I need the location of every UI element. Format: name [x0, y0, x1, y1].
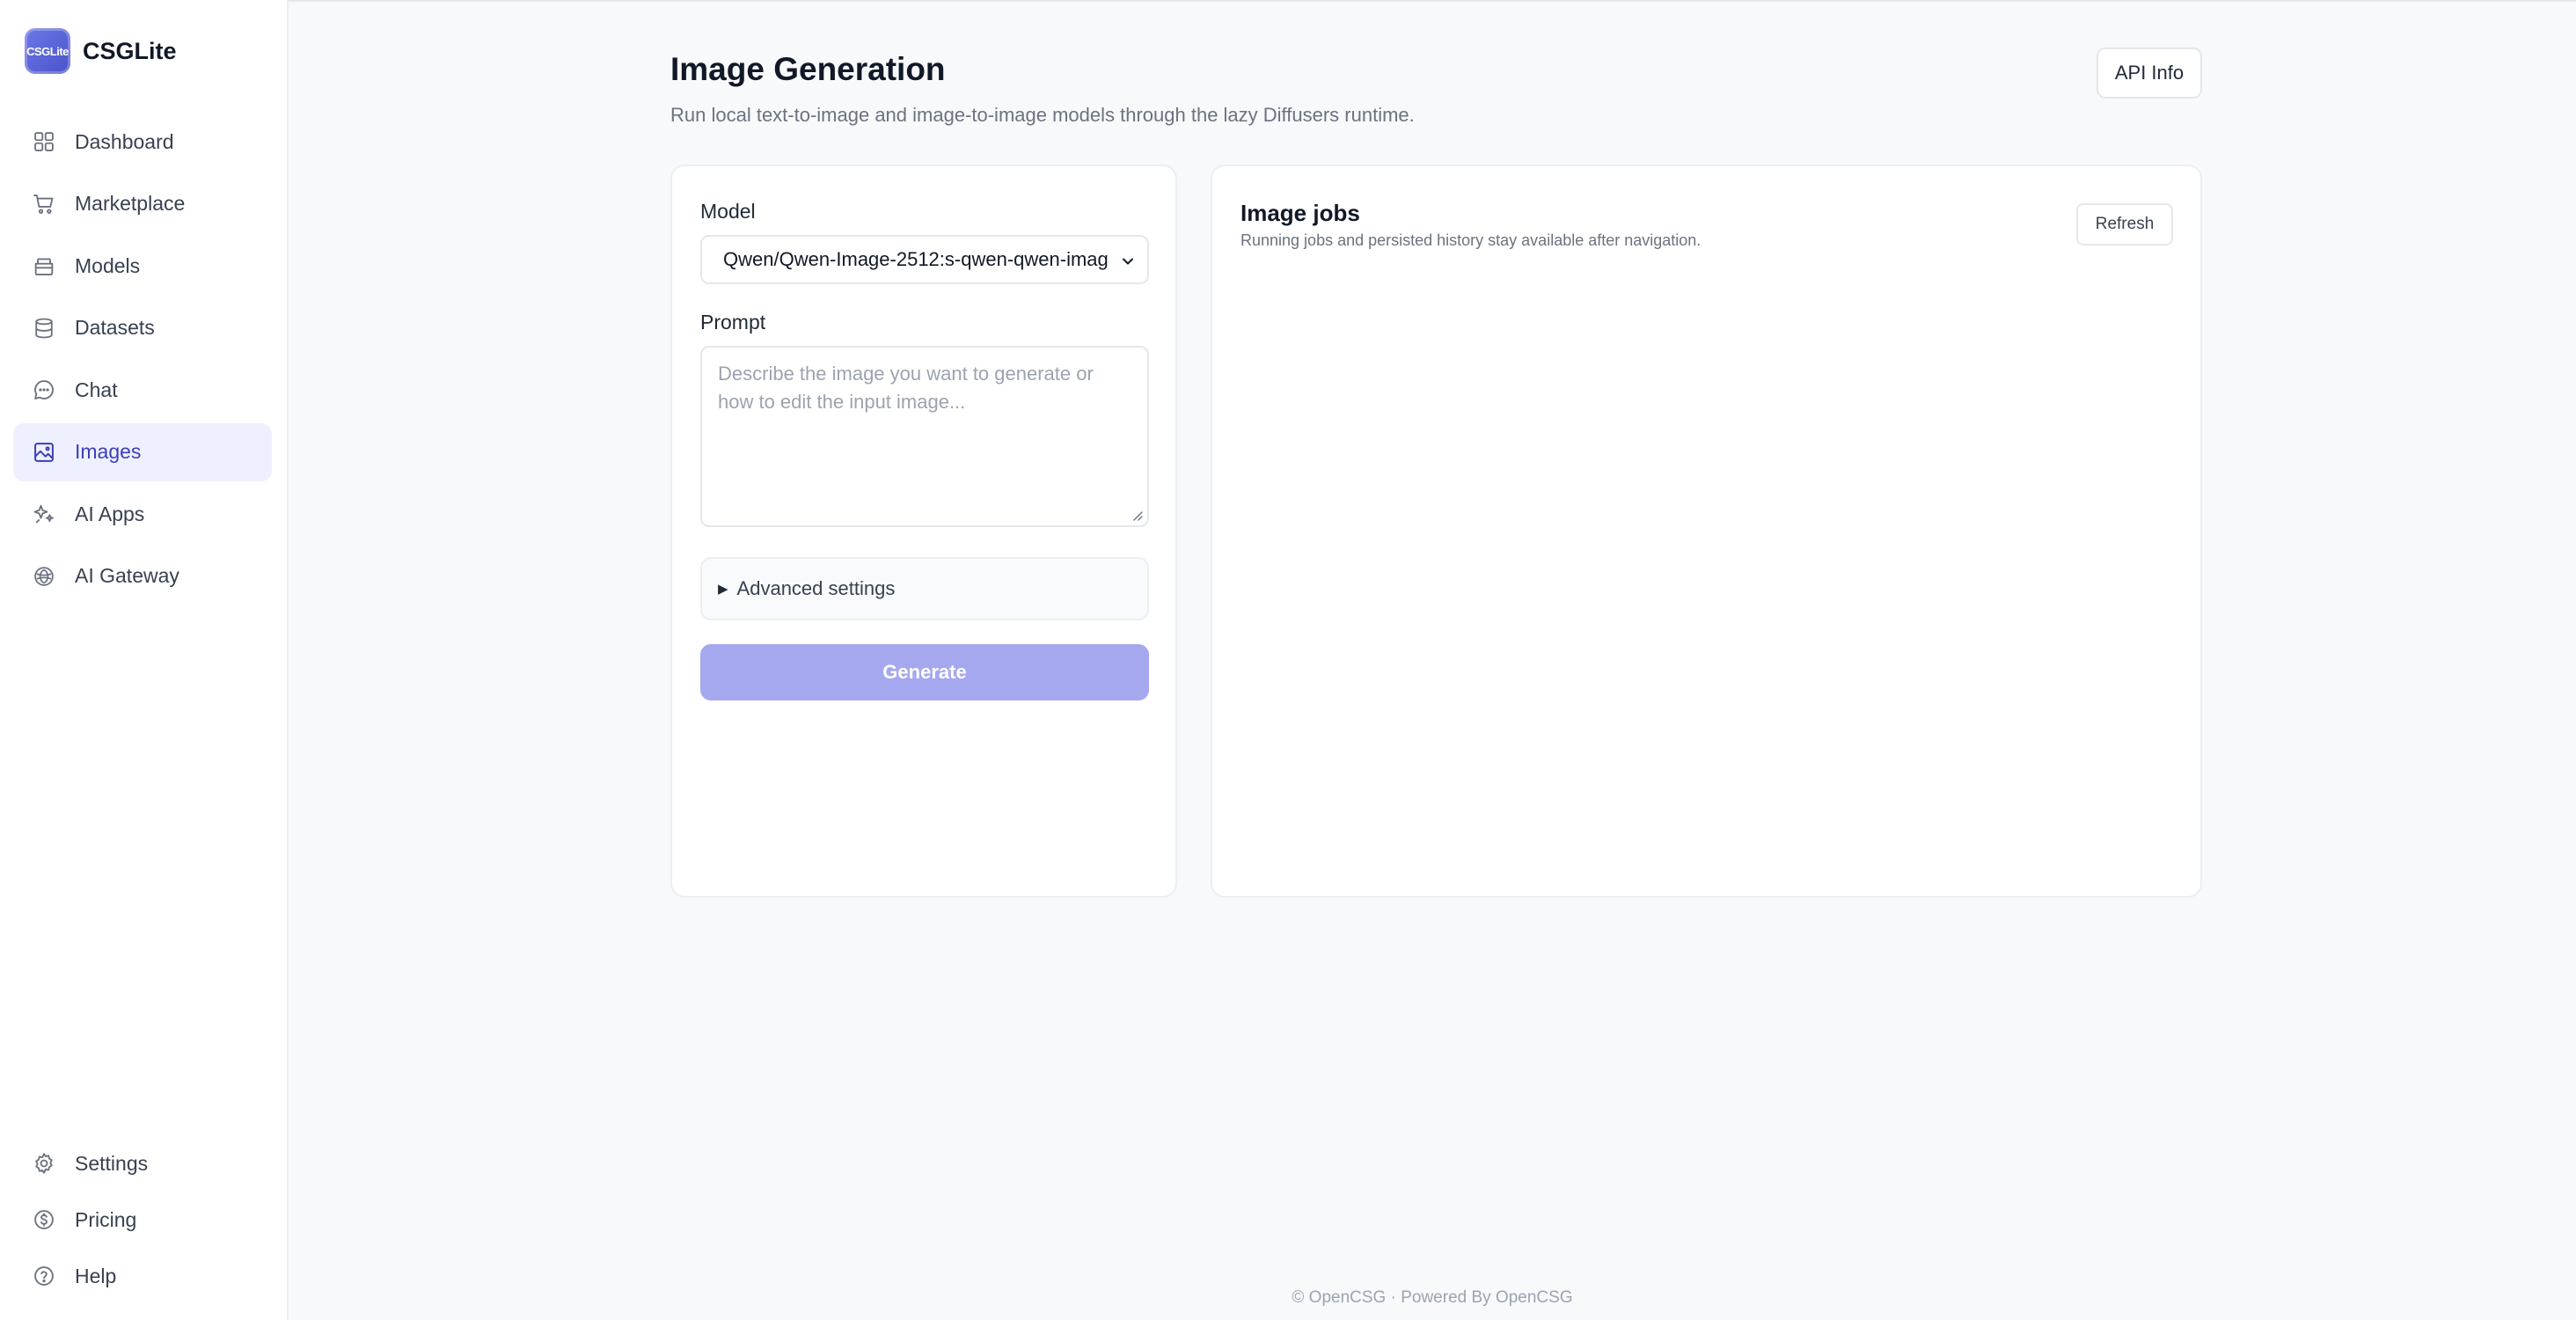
app-logo: CSGLite [25, 28, 70, 74]
sidebar-item-pricing[interactable]: Pricing [13, 1193, 272, 1246]
chevron-down-icon [1123, 258, 1133, 265]
sidebar: CSGLite CSGLite Dashboard Marketplace Mo… [0, 0, 289, 1320]
image-jobs-subtitle: Running jobs and persisted history stay … [1240, 231, 1701, 249]
sidebar-item-label: Chat [75, 378, 118, 401]
sidebar-item-chat[interactable]: Chat [13, 361, 272, 419]
page-subtitle: Run local text-to-image and image-to-ima… [670, 104, 1415, 126]
sidebar-item-models[interactable]: Models [13, 237, 272, 295]
gear-icon [31, 1150, 57, 1177]
box-icon [31, 253, 57, 279]
generate-button[interactable]: Generate [700, 644, 1149, 700]
sidebar-item-label: AI Apps [75, 502, 145, 525]
triangle-right-icon: ▶ [718, 582, 728, 597]
advanced-settings-label: Advanced settings [736, 577, 896, 599]
image-jobs-card: Image jobs Running jobs and persisted hi… [1211, 165, 2202, 898]
sidebar-item-label: Marketplace [75, 192, 186, 215]
sidebar-item-label: AI Gateway [75, 564, 179, 587]
sparkles-icon [31, 501, 57, 527]
api-info-button[interactable]: API Info [2097, 48, 2202, 99]
model-select[interactable]: Qwen/Qwen-Image-2512:s-qwen-qwen-image-2… [700, 235, 1149, 284]
sidebar-item-ai-apps[interactable]: AI Apps [13, 485, 272, 543]
sidebar-item-label: Models [75, 253, 141, 277]
sidebar-item-marketplace[interactable]: Marketplace [13, 175, 272, 233]
advanced-settings-toggle[interactable]: ▶ Advanced settings [700, 557, 1149, 620]
help-circle-icon [31, 1263, 57, 1289]
page-title: Image Generation [670, 51, 946, 87]
refresh-button[interactable]: Refresh [2076, 203, 2173, 246]
sidebar-item-help[interactable]: Help [13, 1250, 272, 1302]
sidebar-item-images[interactable]: Images [13, 422, 272, 481]
gateway-icon [31, 563, 57, 590]
sidebar-item-label: Help [75, 1264, 117, 1287]
chat-bubble-icon [31, 377, 57, 403]
prompt-textarea[interactable]: Describe the image you want to generate … [700, 346, 1149, 527]
app-name: CSGLite [83, 37, 177, 64]
model-label: Model [700, 200, 756, 223]
prompt-placeholder: Describe the image you want to generate … [718, 363, 1094, 413]
generation-form-card: Model Qwen/Qwen-Image-2512:s-qwen-qwen-i… [670, 165, 1177, 898]
dollar-icon [31, 1206, 57, 1233]
sidebar-item-dashboard[interactable]: Dashboard [13, 113, 272, 171]
model-select-value: Qwen/Qwen-Image-2512:s-qwen-qwen-image-2… [723, 248, 1109, 270]
sidebar-item-label: Datasets [75, 316, 155, 339]
sidebar-item-label: Images [75, 440, 142, 463]
sidebar-item-label: Pricing [75, 1207, 137, 1231]
footer-text: © OpenCSG · Powered By OpenCSG [1292, 1288, 1573, 1307]
sidebar-item-settings[interactable]: Settings [13, 1137, 272, 1190]
sidebar-item-datasets[interactable]: Datasets [13, 299, 272, 357]
window-top-border [0, 0, 2576, 2]
sidebar-item-label: Settings [75, 1151, 149, 1175]
database-icon [31, 315, 57, 341]
sidebar-item-ai-gateway[interactable]: AI Gateway [13, 547, 272, 605]
prompt-label: Prompt [700, 311, 766, 334]
sidebar-nav: Dashboard Marketplace Models Datasets Ch… [13, 113, 272, 609]
grid-icon [31, 128, 57, 155]
resize-handle-icon[interactable] [1130, 508, 1144, 522]
image-jobs-title: Image jobs [1240, 200, 1360, 226]
image-icon [31, 439, 57, 466]
sidebar-item-label: Dashboard [75, 129, 174, 153]
cart-icon [31, 191, 57, 217]
sidebar-bottom-nav: Settings Pricing Help [13, 1137, 272, 1306]
brand[interactable]: CSGLite CSGLite [25, 28, 177, 74]
